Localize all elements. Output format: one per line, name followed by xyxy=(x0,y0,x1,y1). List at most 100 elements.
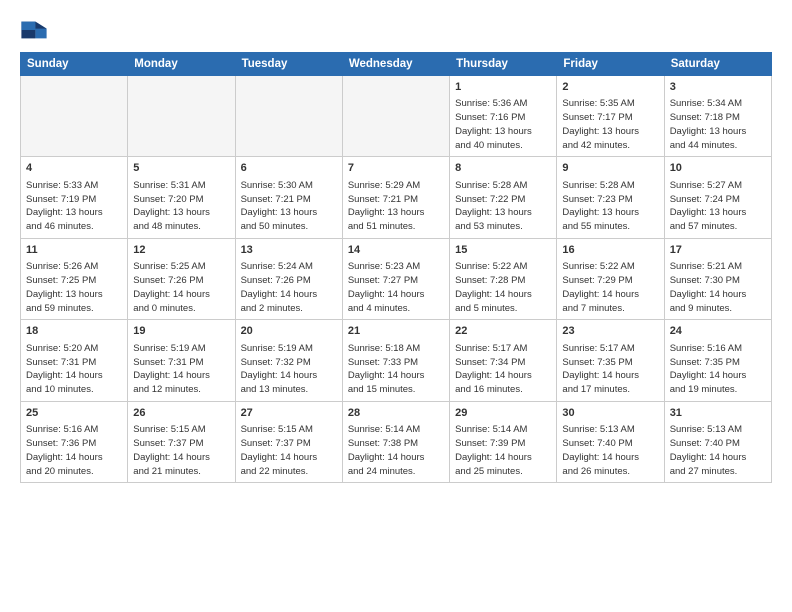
calendar-cell: 28Sunrise: 5:14 AM Sunset: 7:38 PM Dayli… xyxy=(342,401,449,482)
calendar-cell: 2 Sunrise: 5:35 AM Sunset: 7:17 PM Daylig… xyxy=(557,76,664,157)
day-number: 27 xyxy=(241,406,337,421)
calendar-cell: 27 Sunrise: 5:15 AM Sunset: 7:37 PM Dayli… xyxy=(235,401,342,482)
day-info: Sunrise: 5:36 AM Sunset: 7:16 PM Dayligh… xyxy=(455,97,551,152)
calendar-header-monday: Monday xyxy=(128,53,235,76)
day-info: Sunrise: 5:18 AM Sunset: 7:33 PM Dayligh… xyxy=(348,342,444,397)
calendar-cell: 14 Sunrise: 5:23 AM Sunset: 7:27 PM Dayli… xyxy=(342,238,449,319)
day-info: Sunrise: 5:28 AM Sunset: 7:22 PM Dayligh… xyxy=(455,179,551,234)
day-number: 14 xyxy=(348,243,444,258)
day-info: Sunrise: 5:33 AM Sunset: 7:19 PM Dayligh… xyxy=(26,179,122,234)
day-number: 19 xyxy=(133,324,229,339)
day-info: Sunrise: 5:34 AM Sunset: 7:18 PM Dayligh… xyxy=(670,97,766,152)
calendar-week-5: 25 Sunrise: 5:16 AM Sunset: 7:36 PM Dayli… xyxy=(21,401,772,482)
day-info: Sunrise: 5:16 AM Sunset: 7:36 PM Dayligh… xyxy=(26,423,122,478)
day-info: Sunrise: 5:16 AM Sunset: 7:35 PM Dayligh… xyxy=(670,342,766,397)
calendar-cell: 15 Sunrise: 5:22 AM Sunset: 7:28 PM Dayli… xyxy=(450,238,557,319)
calendar-cell: 13 Sunrise: 5:24 AM Sunset: 7:26 PM Dayli… xyxy=(235,238,342,319)
day-number: 12 xyxy=(133,243,229,258)
day-number: 1 xyxy=(455,80,551,95)
calendar-cell: 19Sunrise: 5:19 AM Sunset: 7:31 PM Dayli… xyxy=(128,320,235,401)
day-number: 11 xyxy=(26,243,122,258)
day-number: 18 xyxy=(26,324,122,339)
calendar-cell: 8 Sunrise: 5:28 AM Sunset: 7:22 PM Daylig… xyxy=(450,157,557,238)
day-number: 31 xyxy=(670,406,766,421)
calendar-header-row: SundayMondayTuesdayWednesdayThursdayFrid… xyxy=(21,53,772,76)
day-info: Sunrise: 5:35 AM Sunset: 7:17 PM Dayligh… xyxy=(562,97,658,152)
day-info: Sunrise: 5:14 AM Sunset: 7:39 PM Dayligh… xyxy=(455,423,551,478)
day-info: Sunrise: 5:31 AM Sunset: 7:20 PM Dayligh… xyxy=(133,179,229,234)
calendar-week-2: 4 Sunrise: 5:33 AM Sunset: 7:19 PM Daylig… xyxy=(21,157,772,238)
day-number: 25 xyxy=(26,406,122,421)
calendar-cell: 4 Sunrise: 5:33 AM Sunset: 7:19 PM Daylig… xyxy=(21,157,128,238)
header xyxy=(20,16,772,44)
logo xyxy=(20,16,52,44)
calendar-cell: 25 Sunrise: 5:16 AM Sunset: 7:36 PM Dayli… xyxy=(21,401,128,482)
calendar-cell: 5 Sunrise: 5:31 AM Sunset: 7:20 PM Daylig… xyxy=(128,157,235,238)
calendar-cell: 11Sunrise: 5:26 AM Sunset: 7:25 PM Dayli… xyxy=(21,238,128,319)
day-number: 3 xyxy=(670,80,766,95)
day-number: 8 xyxy=(455,161,551,176)
day-number: 28 xyxy=(348,406,444,421)
calendar-cell: 7Sunrise: 5:29 AM Sunset: 7:21 PM Daylig… xyxy=(342,157,449,238)
calendar-cell: 21 Sunrise: 5:18 AM Sunset: 7:33 PM Dayli… xyxy=(342,320,449,401)
calendar-cell: 6 Sunrise: 5:30 AM Sunset: 7:21 PM Daylig… xyxy=(235,157,342,238)
day-number: 4 xyxy=(26,161,122,176)
calendar-cell: 10 Sunrise: 5:27 AM Sunset: 7:24 PM Dayli… xyxy=(664,157,771,238)
day-info: Sunrise: 5:25 AM Sunset: 7:26 PM Dayligh… xyxy=(133,260,229,315)
calendar-cell: 17 Sunrise: 5:21 AM Sunset: 7:30 PM Dayli… xyxy=(664,238,771,319)
day-number: 6 xyxy=(241,161,337,176)
day-number: 17 xyxy=(670,243,766,258)
day-info: Sunrise: 5:22 AM Sunset: 7:29 PM Dayligh… xyxy=(562,260,658,315)
day-number: 7 xyxy=(348,161,444,176)
calendar-header-sunday: Sunday xyxy=(21,53,128,76)
day-number: 15 xyxy=(455,243,551,258)
calendar-cell: 22 Sunrise: 5:17 AM Sunset: 7:34 PM Dayli… xyxy=(450,320,557,401)
day-number: 30 xyxy=(562,406,658,421)
day-number: 21 xyxy=(348,324,444,339)
day-info: Sunrise: 5:22 AM Sunset: 7:28 PM Dayligh… xyxy=(455,260,551,315)
day-info: Sunrise: 5:24 AM Sunset: 7:26 PM Dayligh… xyxy=(241,260,337,315)
day-number: 5 xyxy=(133,161,229,176)
calendar-table: SundayMondayTuesdayWednesdayThursdayFrid… xyxy=(20,52,772,483)
day-number: 20 xyxy=(241,324,337,339)
calendar-cell: 30 Sunrise: 5:13 AM Sunset: 7:40 PM Dayli… xyxy=(557,401,664,482)
day-info: Sunrise: 5:13 AM Sunset: 7:40 PM Dayligh… xyxy=(670,423,766,478)
calendar-cell: 9Sunrise: 5:28 AM Sunset: 7:23 PM Daylig… xyxy=(557,157,664,238)
day-info: Sunrise: 5:17 AM Sunset: 7:35 PM Dayligh… xyxy=(562,342,658,397)
calendar-header-tuesday: Tuesday xyxy=(235,53,342,76)
day-info: Sunrise: 5:23 AM Sunset: 7:27 PM Dayligh… xyxy=(348,260,444,315)
day-info: Sunrise: 5:30 AM Sunset: 7:21 PM Dayligh… xyxy=(241,179,337,234)
calendar-cell: 31 Sunrise: 5:13 AM Sunset: 7:40 PM Dayli… xyxy=(664,401,771,482)
calendar-week-3: 11Sunrise: 5:26 AM Sunset: 7:25 PM Dayli… xyxy=(21,238,772,319)
day-info: Sunrise: 5:15 AM Sunset: 7:37 PM Dayligh… xyxy=(241,423,337,478)
calendar-cell: 1 Sunrise: 5:36 AM Sunset: 7:16 PM Daylig… xyxy=(450,76,557,157)
calendar-week-1: 1 Sunrise: 5:36 AM Sunset: 7:16 PM Daylig… xyxy=(21,76,772,157)
calendar-header-thursday: Thursday xyxy=(450,53,557,76)
calendar-cell xyxy=(21,76,128,157)
day-info: Sunrise: 5:19 AM Sunset: 7:32 PM Dayligh… xyxy=(241,342,337,397)
day-number: 2 xyxy=(562,80,658,95)
day-number: 13 xyxy=(241,243,337,258)
day-number: 24 xyxy=(670,324,766,339)
day-info: Sunrise: 5:13 AM Sunset: 7:40 PM Dayligh… xyxy=(562,423,658,478)
day-number: 16 xyxy=(562,243,658,258)
calendar-cell: 29Sunrise: 5:14 AM Sunset: 7:39 PM Dayli… xyxy=(450,401,557,482)
day-info: Sunrise: 5:17 AM Sunset: 7:34 PM Dayligh… xyxy=(455,342,551,397)
day-info: Sunrise: 5:27 AM Sunset: 7:24 PM Dayligh… xyxy=(670,179,766,234)
calendar-cell: 3 Sunrise: 5:34 AM Sunset: 7:18 PM Daylig… xyxy=(664,76,771,157)
page-container: SundayMondayTuesdayWednesdayThursdayFrid… xyxy=(0,0,792,493)
day-number: 22 xyxy=(455,324,551,339)
calendar-cell: 12 Sunrise: 5:25 AM Sunset: 7:26 PM Dayli… xyxy=(128,238,235,319)
logo-icon xyxy=(20,16,48,44)
day-info: Sunrise: 5:21 AM Sunset: 7:30 PM Dayligh… xyxy=(670,260,766,315)
calendar-cell xyxy=(235,76,342,157)
day-number: 10 xyxy=(670,161,766,176)
day-number: 23 xyxy=(562,324,658,339)
calendar-header-friday: Friday xyxy=(557,53,664,76)
day-info: Sunrise: 5:20 AM Sunset: 7:31 PM Dayligh… xyxy=(26,342,122,397)
day-number: 9 xyxy=(562,161,658,176)
calendar-cell xyxy=(342,76,449,157)
calendar-cell: 18 Sunrise: 5:20 AM Sunset: 7:31 PM Dayli… xyxy=(21,320,128,401)
day-number: 26 xyxy=(133,406,229,421)
day-info: Sunrise: 5:15 AM Sunset: 7:37 PM Dayligh… xyxy=(133,423,229,478)
